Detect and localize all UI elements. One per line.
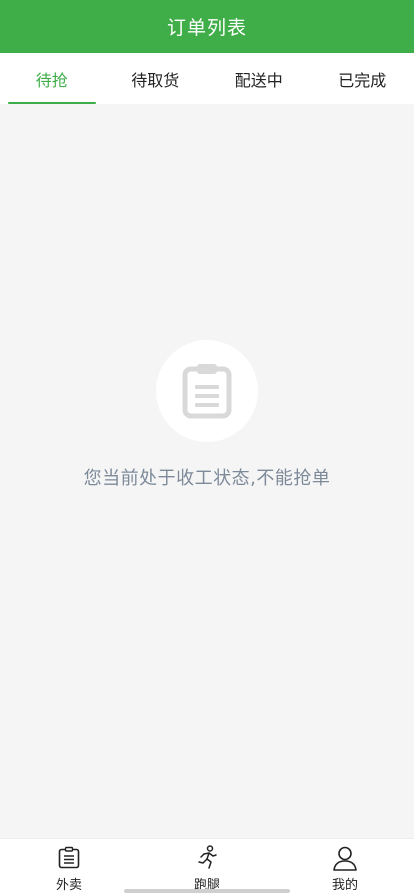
bottom-nav: 外卖 跑腿 我的 (0, 838, 414, 896)
header-bar: 订单列表 (0, 0, 414, 53)
clipboard-icon (182, 364, 232, 419)
tab-completed[interactable]: 已完成 (311, 53, 414, 104)
nav-label: 我的 (331, 878, 358, 893)
tab-pending-grab[interactable]: 待抢 (0, 53, 104, 104)
runner-icon (194, 845, 220, 871)
nav-label: 外卖 (55, 878, 82, 893)
empty-icon-circle (156, 340, 258, 442)
order-tabs: 待抢 待取货 配送中 已完成 (0, 53, 414, 104)
nav-item-errand[interactable]: 跑腿 (138, 839, 276, 896)
tab-label: 配送中 (234, 70, 283, 90)
empty-state: 您当前处于收工状态,不能抢单 (0, 340, 414, 490)
user-icon (332, 845, 358, 871)
tab-label: 待取货 (131, 70, 180, 90)
nav-item-mine[interactable]: 我的 (276, 839, 414, 896)
tab-delivering[interactable]: 配送中 (207, 53, 311, 104)
empty-message: 您当前处于收工状态,不能抢单 (83, 468, 331, 489)
list-icon (56, 845, 82, 871)
tab-pending-pickup[interactable]: 待取货 (104, 53, 208, 104)
nav-item-takeout[interactable]: 外卖 (0, 839, 138, 896)
app-screen: 订单列表 待抢 待取货 配送中 已完成 您当前处于收工状态,不能抢单 外卖 跑腿… (0, 0, 414, 896)
home-indicator (124, 889, 290, 893)
page-title: 订单列表 (166, 17, 247, 39)
tab-label: 待抢 (35, 70, 68, 90)
tab-label: 已完成 (338, 70, 387, 90)
